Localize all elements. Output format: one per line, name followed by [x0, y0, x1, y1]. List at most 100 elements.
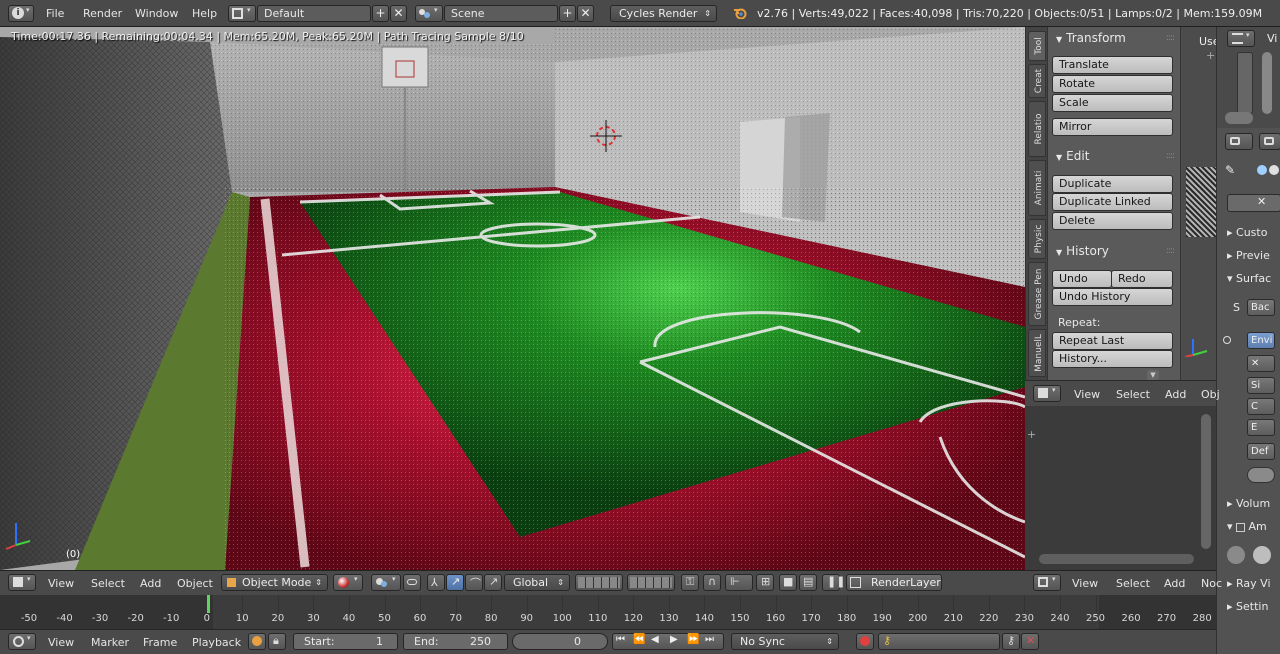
horizontal-scrollbar[interactable]: [1039, 554, 1194, 564]
layout-name-field[interactable]: Default: [257, 5, 371, 22]
record-button[interactable]: [856, 633, 874, 650]
scroll-down-arrow-icon[interactable]: ▼: [1147, 370, 1159, 380]
menu-view[interactable]: View: [48, 636, 74, 649]
menu-playback[interactable]: Playback: [192, 636, 241, 649]
menu-object[interactable]: Obj: [1201, 388, 1220, 401]
history-button[interactable]: History...: [1052, 350, 1173, 368]
next-keyframe-button[interactable]: ⏩: [687, 634, 699, 645]
menu-marker[interactable]: Marker: [91, 636, 129, 649]
3d-viewport[interactable]: Time:00:17.36 | Remaining:00:04.34 | Mem…: [0, 27, 1025, 570]
menu-file[interactable]: File: [46, 0, 64, 27]
end-frame-field[interactable]: End: 250: [403, 633, 508, 650]
prev-keyframe-button[interactable]: ⏪: [633, 634, 645, 645]
pivot-select[interactable]: ▾: [371, 574, 401, 591]
tab-physics[interactable]: Physic: [1028, 219, 1046, 259]
menu-view[interactable]: View: [1074, 388, 1100, 401]
custom-props-panel[interactable]: ▸ Custo: [1227, 226, 1267, 239]
surface-panel[interactable]: ▾ Surfac: [1227, 272, 1271, 285]
properties-type-button[interactable]: [1225, 133, 1253, 150]
pause-render-button[interactable]: ❚❚: [822, 574, 845, 591]
add-icon[interactable]: +: [1027, 428, 1036, 441]
world-datablock-field[interactable]: [1227, 194, 1280, 212]
render-layer-select[interactable]: RenderLayer: [846, 574, 942, 591]
vertical-scrollbar[interactable]: [1201, 414, 1211, 549]
remove-layout-button[interactable]: ✕: [390, 5, 407, 22]
outliner-area[interactable]: + +: [1025, 406, 1216, 570]
tab-animation[interactable]: Animati: [1028, 160, 1046, 216]
render-engine-select[interactable]: Cycles Render ⇕: [610, 5, 717, 22]
snap-element-select[interactable]: ⊩: [725, 574, 753, 591]
layers-grid-top[interactable]: [575, 574, 623, 591]
remove-scene-button[interactable]: ✕: [577, 5, 594, 22]
rotate-button[interactable]: Rotate: [1052, 75, 1173, 93]
radio-dot-icon[interactable]: [1223, 336, 1231, 344]
close-icon[interactable]: ✕: [1257, 195, 1266, 208]
opengl-render-button[interactable]: ■: [779, 574, 797, 591]
environment-texture-button[interactable]: ✕: [1247, 355, 1275, 372]
menu-render[interactable]: Render: [83, 0, 122, 27]
edit-panel-header[interactable]: ▼ Edit ::::: [1056, 147, 1175, 165]
drag-grip-icon[interactable]: ::::: [1166, 29, 1175, 47]
move-manipulator-button[interactable]: ↗: [446, 574, 464, 591]
menu-window[interactable]: Window: [135, 0, 178, 27]
scale-button[interactable]: Scale: [1052, 94, 1173, 112]
add-scene-button[interactable]: +: [559, 5, 576, 22]
tab-relations[interactable]: Relatio: [1028, 101, 1046, 157]
view-menu[interactable]: Vi: [1267, 32, 1277, 45]
sync-mode-select[interactable]: No Sync ⇕: [731, 633, 839, 650]
distance-circle-icon[interactable]: [1253, 546, 1271, 564]
add-layout-button[interactable]: +: [372, 5, 389, 22]
lock-time-button[interactable]: 🔒︎: [268, 633, 286, 650]
scale-manipulator-button[interactable]: ↗: [484, 574, 502, 591]
undo-history-button[interactable]: Undo History: [1052, 288, 1173, 306]
history-panel-header[interactable]: ▼ History ::::: [1056, 242, 1175, 260]
proportional-edit-button[interactable]: ∩: [703, 574, 721, 591]
menu-add[interactable]: Add: [1165, 388, 1186, 401]
transform-manipulator-toggle[interactable]: [403, 574, 421, 591]
settings-panel[interactable]: ▸ Settin: [1227, 600, 1268, 613]
vector-socket-button[interactable]: [1247, 467, 1275, 483]
editor-type-button[interactable]: ▾: [1033, 574, 1061, 591]
start-frame-field[interactable]: Start: 1: [293, 633, 398, 650]
play-button[interactable]: ▶: [670, 634, 678, 645]
volume-panel[interactable]: ▸ Volum: [1227, 497, 1270, 510]
mirror-button[interactable]: Mirror: [1052, 118, 1173, 136]
shading-select[interactable]: ▾: [333, 574, 363, 591]
pin-icon[interactable]: ✎: [1225, 163, 1235, 177]
keying-set-field[interactable]: ⚷: [878, 633, 1000, 650]
mode-select[interactable]: Object Mode ⇕: [221, 574, 328, 591]
factor-circle-icon[interactable]: [1227, 546, 1245, 564]
scene-browse-button[interactable]: ▾: [415, 5, 443, 22]
repeat-last-button[interactable]: Repeat Last: [1052, 332, 1173, 350]
menu-select[interactable]: Select: [91, 577, 125, 590]
editor-type-button[interactable]: ▾: [8, 633, 36, 650]
drag-grip-icon[interactable]: ::::: [1166, 242, 1175, 260]
ambient-occlusion-panel[interactable]: ▾ Am: [1227, 520, 1267, 533]
lock-layers-button[interactable]: ⚿: [681, 574, 699, 591]
menu-add[interactable]: Add: [140, 577, 161, 590]
toggle-switch[interactable]: [1225, 112, 1253, 124]
menu-view[interactable]: View: [1072, 577, 1098, 590]
drag-grip-icon[interactable]: ::::: [1166, 147, 1175, 165]
ray-visibility-panel[interactable]: ▸ Ray Vi: [1227, 577, 1271, 590]
vertical-slider[interactable]: [1237, 52, 1253, 114]
editor-type-button[interactable]: ▾: [1033, 385, 1061, 402]
undo-button[interactable]: Undo: [1052, 270, 1112, 288]
timeline-ruler[interactable]: -50 -40 -30 -20 -10 0 10 20 30 40 50 60 70 80 90 100 110…: [0, 595, 1216, 629]
checkbox-icon[interactable]: [1236, 522, 1246, 532]
redo-button[interactable]: Redo: [1111, 270, 1173, 288]
menu-select[interactable]: Select: [1116, 577, 1150, 590]
editor-type-button[interactable]: ▾: [8, 574, 36, 591]
color-button[interactable]: C: [1247, 398, 1275, 415]
preview-panel[interactable]: ▸ Previe: [1227, 249, 1270, 262]
translate-button[interactable]: Translate: [1052, 56, 1173, 74]
editor-type-button[interactable]: ▾: [1227, 30, 1255, 47]
menu-add[interactable]: Add: [1164, 577, 1185, 590]
duplicate-linked-button[interactable]: Duplicate Linked: [1052, 193, 1173, 211]
auto-key-button[interactable]: [248, 633, 266, 650]
editor-type-button[interactable]: i ▾: [8, 5, 34, 22]
translate-manipulator-button[interactable]: ⅄: [427, 574, 445, 591]
delete-button[interactable]: Delete: [1052, 212, 1173, 230]
insert-keyframe-button[interactable]: ⚷: [1002, 633, 1020, 650]
menu-frame[interactable]: Frame: [143, 636, 177, 649]
